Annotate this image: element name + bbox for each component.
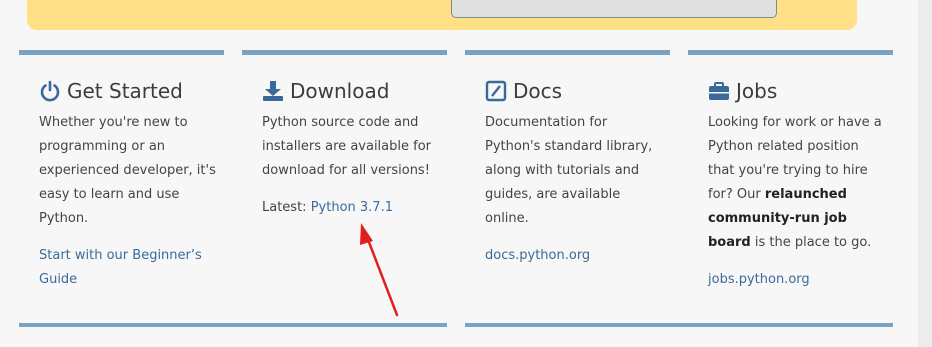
docs-description: Documentation for Python's standard libr…	[485, 115, 653, 226]
notice-banner	[27, 0, 857, 30]
get-started-heading: Get Started	[39, 78, 217, 104]
get-started-title: Get Started	[67, 79, 183, 103]
download-description: Python source code and installers are av…	[262, 115, 431, 178]
docs-heading: Docs	[485, 78, 663, 104]
latest-label: Latest:	[262, 200, 307, 215]
docs-link[interactable]: docs.python.org	[485, 248, 590, 263]
banner-button[interactable]	[451, 0, 777, 18]
page: Get Started Whether you're new to progra…	[0, 0, 918, 347]
beginners-guide-link[interactable]: Start with our Beginner’s Guide	[39, 248, 202, 287]
download-title: Download	[290, 79, 390, 103]
download-icon	[263, 81, 283, 101]
bottom-divider-right	[465, 323, 893, 327]
docs-title: Docs	[513, 79, 563, 103]
docs-icon	[485, 80, 507, 102]
scrollbar[interactable]	[918, 0, 932, 347]
column-docs: Docs Documentation for Python's standard…	[465, 50, 670, 315]
power-icon	[40, 80, 60, 102]
annotation-arrow-icon	[360, 223, 399, 317]
column-jobs: Jobs Looking for work or have a Python r…	[688, 50, 893, 315]
bottom-divider-left	[19, 323, 447, 327]
column-get-started: Get Started Whether you're new to progra…	[19, 50, 224, 315]
column-download: Download Python source code and installe…	[242, 50, 447, 315]
jobs-description: Looking for work or have a Python relate…	[708, 115, 882, 250]
jobs-heading: Jobs	[708, 78, 886, 104]
jobs-link[interactable]: jobs.python.org	[708, 272, 810, 287]
latest-python-link[interactable]: Python 3.7.1	[311, 200, 393, 215]
get-started-description: Whether you're new to programming or an …	[39, 115, 216, 226]
download-heading: Download	[262, 78, 440, 104]
briefcase-icon	[709, 82, 729, 100]
jobs-title: Jobs	[736, 79, 778, 103]
